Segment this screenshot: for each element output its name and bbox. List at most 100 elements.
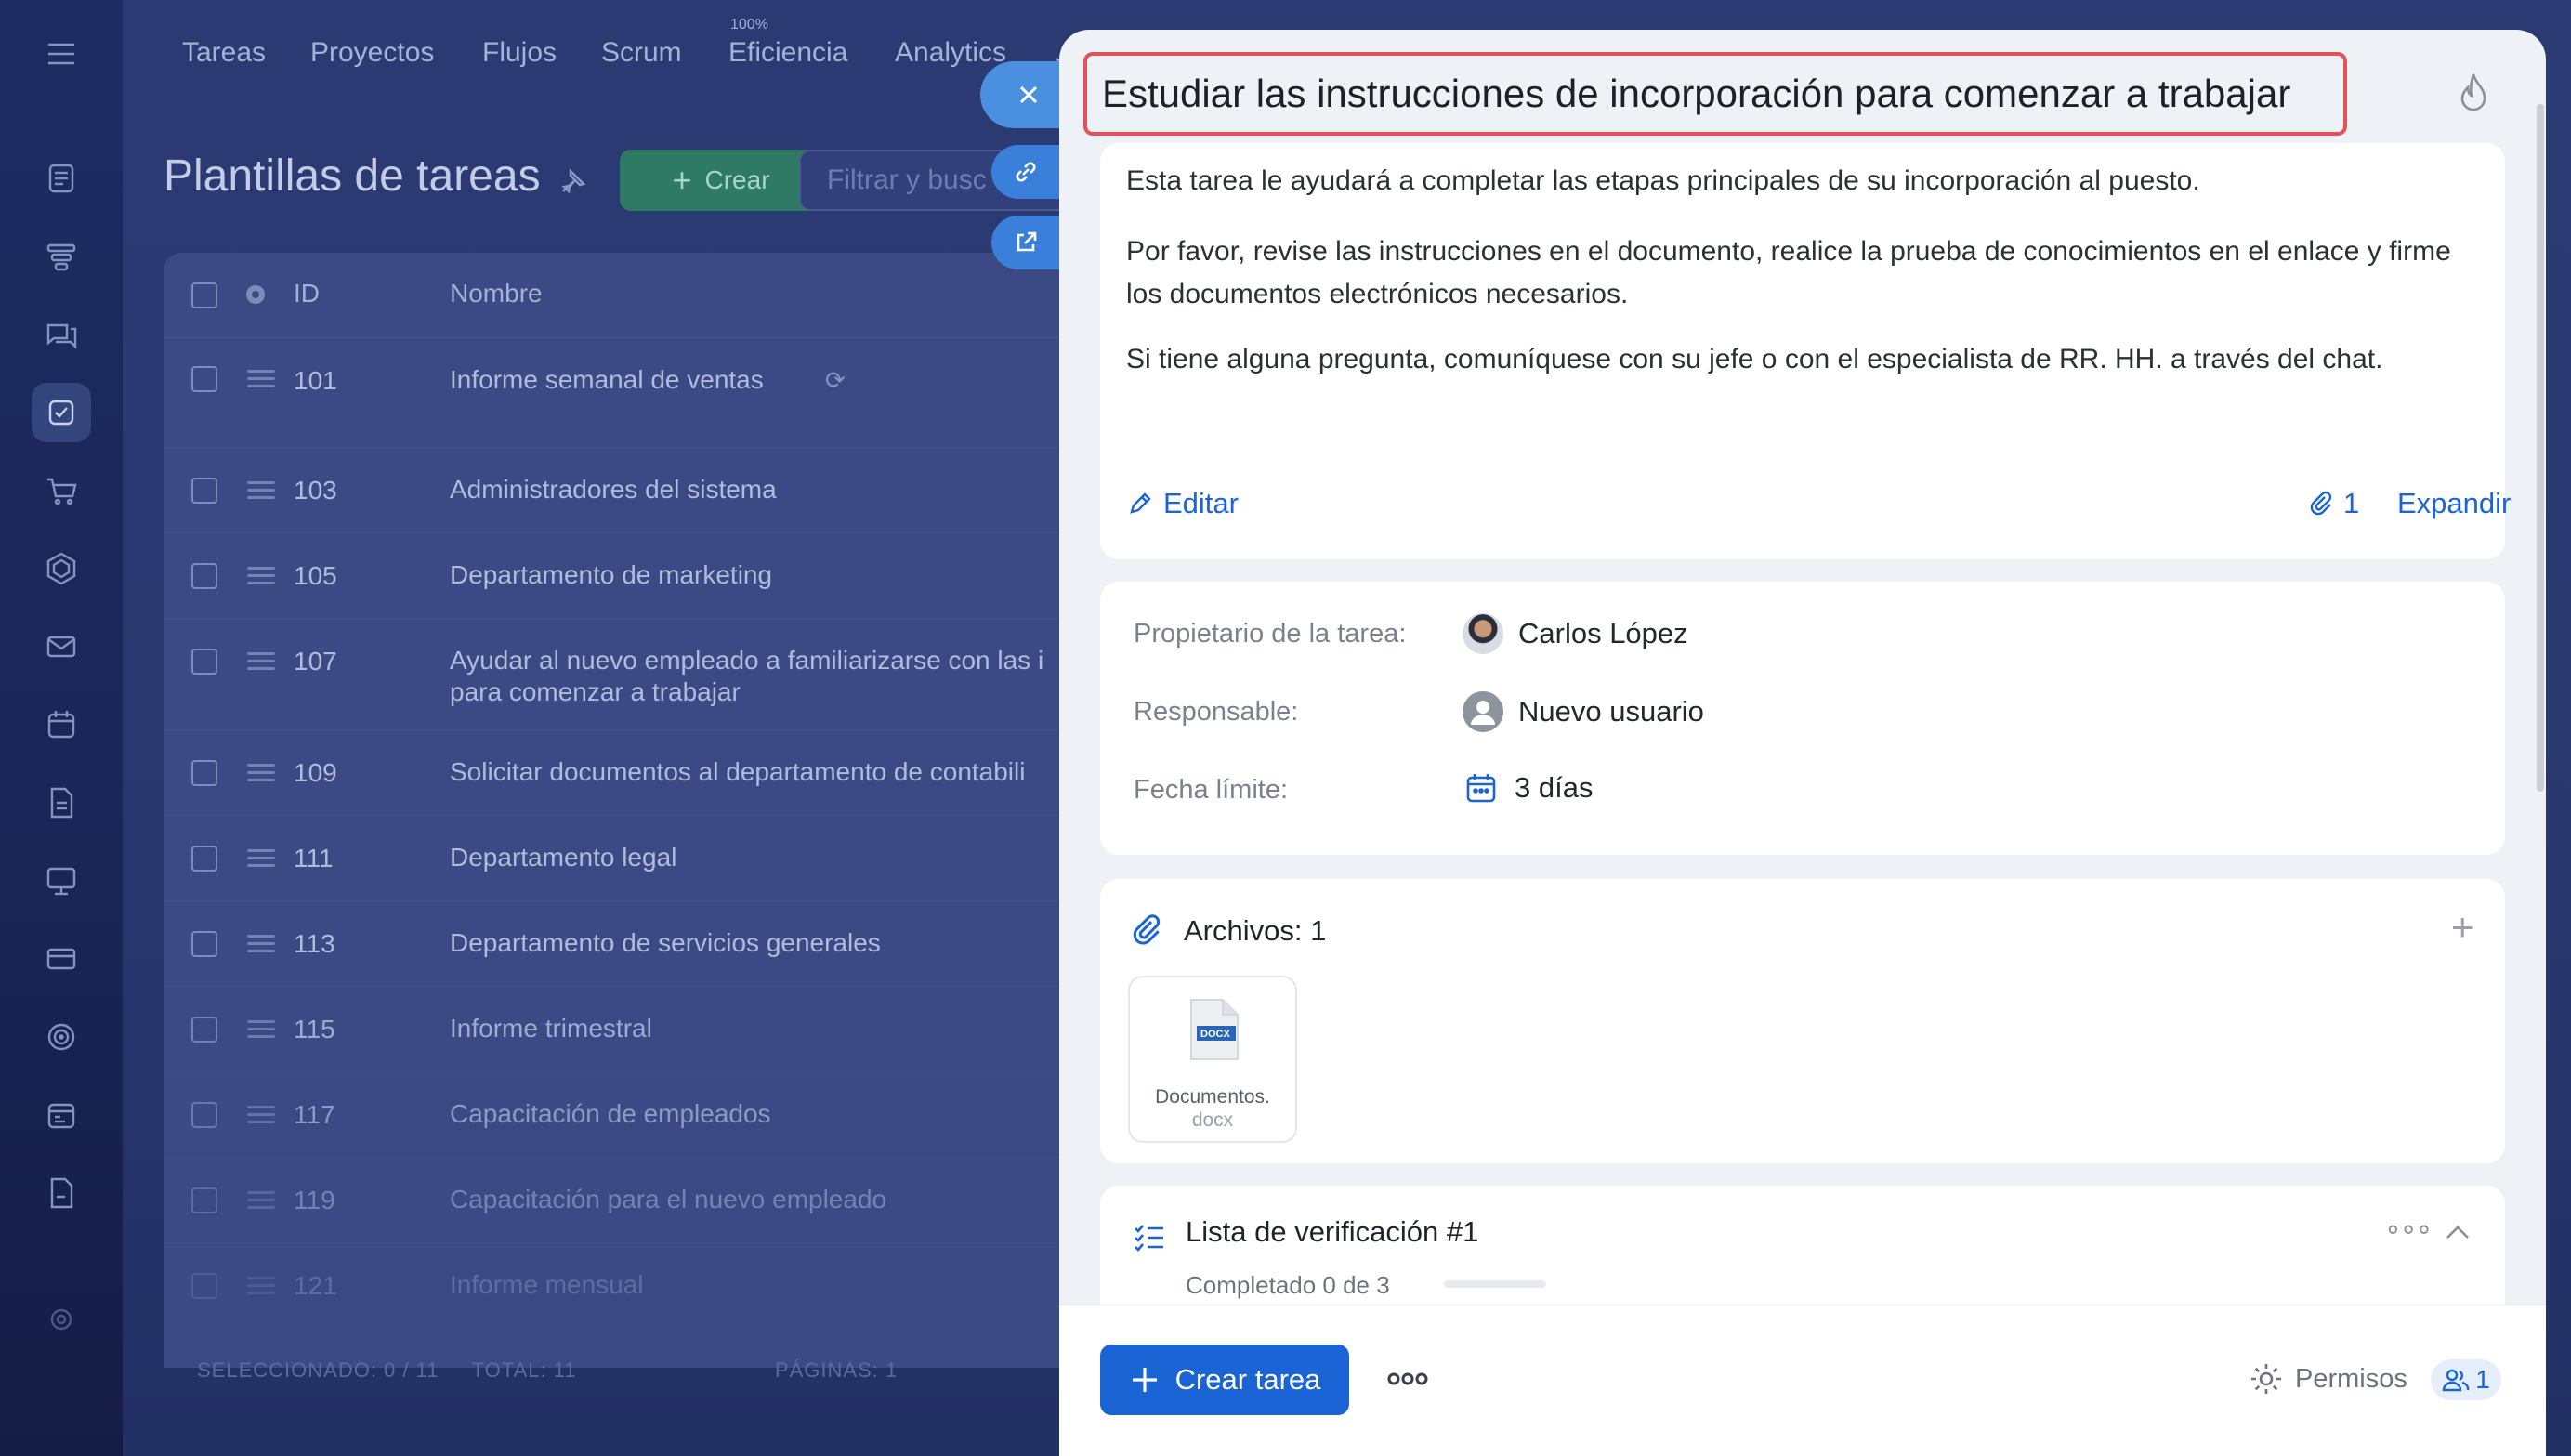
schedule-icon[interactable]	[32, 1085, 91, 1145]
members-count-chip[interactable]: 1	[2431, 1359, 2501, 1400]
checklist-title[interactable]: Lista de verificación #1	[1186, 1215, 1478, 1249]
document-icon[interactable]	[32, 773, 91, 833]
row-checkbox[interactable]	[191, 931, 217, 957]
nav-scrum[interactable]: Scrum	[601, 37, 682, 69]
drag-handle-icon[interactable]	[247, 652, 275, 671]
row-checkbox[interactable]	[191, 1102, 217, 1128]
deadline-value[interactable]: 3 días	[1463, 769, 1593, 807]
create-template-button[interactable]: + Crear	[620, 150, 822, 211]
row-checkbox[interactable]	[191, 1017, 217, 1043]
select-all-checkbox[interactable]	[191, 282, 217, 308]
drag-handle-icon[interactable]	[247, 849, 275, 868]
drag-handle-icon[interactable]	[247, 567, 275, 585]
owner-value[interactable]: Carlos López	[1463, 613, 1688, 654]
row-id: 117	[294, 1100, 335, 1129]
row-name[interactable]: Informe semanal de ventas	[450, 364, 764, 396]
target-icon[interactable]	[32, 1007, 91, 1067]
table-row[interactable]: 119 Capacitación para el nuevo empleado	[164, 1158, 1186, 1243]
task-template-panel: Estudiar las instrucciones de incorporac…	[1059, 30, 2546, 1456]
feed-icon[interactable]	[32, 149, 91, 208]
nav-flujos[interactable]: Flujos	[482, 37, 557, 69]
mail-icon[interactable]	[32, 617, 91, 676]
drag-handle-icon[interactable]	[247, 1277, 275, 1295]
file-attachment[interactable]: DOCX Documentos. docx	[1128, 976, 1297, 1143]
settings-icon[interactable]	[32, 1290, 91, 1349]
column-id[interactable]: ID	[294, 279, 320, 308]
presentation-icon[interactable]	[32, 851, 91, 911]
calendar-icon[interactable]	[32, 695, 91, 754]
more-actions-icon[interactable]	[1384, 1356, 1431, 1402]
attachments-count-value: 1	[2343, 487, 2360, 519]
row-checkbox[interactable]	[191, 760, 217, 786]
permissions-button[interactable]: Permisos	[2249, 1361, 2407, 1397]
drag-handle-icon[interactable]	[247, 1191, 275, 1210]
table-row[interactable]: 101 Informe semanal de ventas ⟳	[164, 338, 1186, 448]
calendar-icon	[1466, 774, 1496, 803]
nav-analytics[interactable]: Analytics	[895, 37, 1006, 69]
table-row[interactable]: 109 Solicitar documentos al departamento…	[164, 730, 1186, 816]
drag-handle-icon[interactable]	[247, 1020, 275, 1039]
file-edit-icon[interactable]	[32, 1163, 91, 1223]
drag-handle-icon[interactable]	[247, 764, 275, 782]
row-checkbox[interactable]	[191, 1273, 217, 1299]
nav-tareas[interactable]: Tareas	[182, 37, 266, 69]
tasks-icon[interactable]	[32, 383, 91, 442]
plus-icon: +	[672, 161, 692, 199]
edit-description-link[interactable]: Editar	[1126, 487, 1239, 520]
row-checkbox[interactable]	[191, 563, 217, 589]
copy-link-button[interactable]	[991, 145, 1066, 199]
chevron-up-icon[interactable]	[2444, 1223, 2472, 1241]
file-extension: docx	[1191, 1109, 1234, 1131]
table-row[interactable]: 111 Departamento legal	[164, 816, 1186, 901]
close-icon	[1019, 85, 1038, 104]
row-checkbox[interactable]	[191, 366, 217, 392]
table-row[interactable]: 113 Departamento de servicios generales	[164, 901, 1186, 987]
create-label: Crear	[704, 165, 770, 194]
left-sidebar	[0, 0, 123, 1456]
create-task-button[interactable]: Crear tarea	[1100, 1345, 1349, 1415]
more-options-icon[interactable]: ∘∘∘	[2384, 1213, 2433, 1246]
table-row[interactable]: 121 Informe mensual	[164, 1243, 1186, 1329]
row-checkbox[interactable]	[191, 1187, 217, 1213]
row-id: 111	[294, 844, 334, 872]
drag-handle-icon[interactable]	[247, 481, 275, 500]
pin-icon[interactable]	[559, 167, 587, 195]
recurring-icon: ⟳	[825, 366, 846, 394]
drag-handle-icon[interactable]	[247, 1106, 275, 1124]
fire-icon[interactable]	[2455, 71, 2492, 115]
panel-scrollbar[interactable]	[2537, 104, 2544, 792]
nav-proyectos[interactable]: Proyectos	[310, 37, 434, 69]
expand-link[interactable]: Expandir	[2397, 487, 2511, 520]
table-footer-stats: SELECCIONADO: 0 / 11 TOTAL: 11 PÁGINAS: …	[197, 1358, 899, 1382]
attachments-count[interactable]: 1	[2308, 487, 2359, 520]
chat-icon[interactable]	[32, 305, 91, 364]
table-row[interactable]: 105 Departamento de marketing	[164, 533, 1186, 619]
cart-icon[interactable]	[32, 461, 91, 520]
pencil-icon	[1130, 492, 1151, 514]
row-checkbox[interactable]	[191, 478, 217, 504]
crm-funnel-icon[interactable]	[32, 227, 91, 286]
card-icon[interactable]	[32, 929, 91, 989]
drag-handle-icon[interactable]	[247, 370, 275, 388]
users-icon	[2443, 1369, 2470, 1392]
owner-name: Carlos López	[1518, 617, 1688, 649]
row-checkbox[interactable]	[191, 649, 217, 675]
task-title[interactable]: Estudiar las instrucciones de incorporac…	[1083, 52, 2347, 136]
drag-handle-icon[interactable]	[247, 935, 275, 953]
add-file-button[interactable]: +	[2451, 905, 2474, 950]
hexagon-icon[interactable]	[32, 539, 91, 598]
responsible-value[interactable]: Nuevo usuario	[1463, 691, 1704, 732]
table-row[interactable]: 115 Informe trimestral	[164, 987, 1186, 1072]
column-name[interactable]: Nombre	[450, 279, 543, 308]
table-row[interactable]: 103 Administradores del sistema	[164, 448, 1186, 533]
table-row[interactable]: 107 Ayudar al nuevo empleado a familiari…	[164, 619, 1186, 730]
responsible-name: Nuevo usuario	[1518, 695, 1704, 728]
nav-eficiencia[interactable]: Eficiencia	[728, 37, 847, 69]
row-checkbox[interactable]	[191, 846, 217, 872]
gear-icon	[2251, 1364, 2281, 1394]
gear-icon[interactable]	[242, 281, 269, 308]
open-new-window-button[interactable]	[991, 216, 1066, 269]
menu-icon[interactable]	[32, 24, 91, 84]
table-row[interactable]: 117 Capacitación de empleados	[164, 1072, 1186, 1158]
row-id: 113	[294, 929, 335, 958]
